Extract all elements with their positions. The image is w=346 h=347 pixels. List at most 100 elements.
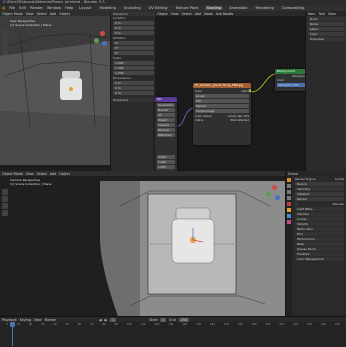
- tex-window-socket[interactable]: Window: [157, 128, 175, 132]
- sampling-section[interactable]: Sampling: [295, 187, 344, 191]
- denoise-checkbox[interactable]: ☑: [295, 202, 298, 206]
- end-frame-field[interactable]: 250: [178, 317, 189, 322]
- projection-dropdown[interactable]: Flat: [195, 99, 249, 103]
- source-dropdown[interactable]: Single Image: [195, 109, 249, 113]
- node-name-field[interactable]: Name: [308, 22, 345, 26]
- menu-window[interactable]: Window: [47, 6, 61, 10]
- tab-compositing[interactable]: Compositing: [280, 6, 307, 10]
- bottom-gizmo-x-icon[interactable]: [272, 185, 277, 190]
- gizmo-y-icon[interactable]: [94, 38, 99, 43]
- volumes-section[interactable]: Volumes: [295, 212, 344, 216]
- performance-section[interactable]: Performance: [295, 237, 344, 241]
- film-section[interactable]: Film: [295, 232, 344, 236]
- node-add-menu[interactable]: Add: [195, 12, 201, 16]
- timeline[interactable]: Playback Keying View Marker ◀ ▶ 1 Start …: [0, 316, 346, 347]
- viewport-top[interactable]: Object Mode View Select Add Object User …: [0, 11, 110, 165]
- curves-section[interactable]: Curves: [295, 217, 344, 221]
- scale-y-field[interactable]: 1.000: [113, 66, 154, 70]
- node-color-toggle[interactable]: Color: [308, 32, 345, 36]
- bottom-select-tool-icon[interactable]: [2, 189, 8, 195]
- node-label-field[interactable]: Label: [308, 27, 345, 31]
- timeline-view-menu[interactable]: View: [34, 318, 42, 322]
- bottom-cursor-tool-icon[interactable]: [2, 196, 8, 202]
- dimensions-x-field[interactable]: 2 m: [113, 81, 154, 85]
- device-field[interactable]: Device: [295, 182, 344, 186]
- view-layer-tab-icon[interactable]: [287, 190, 291, 194]
- current-frame-field[interactable]: 1: [110, 317, 117, 322]
- use-nodes-checkbox[interactable]: Use Nodes: [216, 12, 234, 16]
- sidebar-tab-item[interactable]: Item: [308, 12, 316, 16]
- location-y-field[interactable]: 0 m: [113, 26, 154, 30]
- image-color-output[interactable]: Color: [195, 89, 202, 93]
- tex-coord-node[interactable]: Tex Generated Normal UV Object Camera Wi…: [155, 97, 177, 181]
- tab-layout[interactable]: Layout: [77, 6, 93, 10]
- tex-footer-value-1[interactable]: 0.000: [157, 155, 175, 159]
- image-texture-node[interactable]: Dl_ashdwn_ghost_fxtng_PBR.jpg Color Alpha…: [193, 83, 251, 145]
- bottom-rotate-tool-icon[interactable]: [2, 210, 8, 216]
- menu-edit[interactable]: Edit: [19, 6, 26, 10]
- bottom-gizmo-z-icon[interactable]: [275, 195, 280, 200]
- gizmo-z-icon[interactable]: [102, 41, 107, 46]
- render-subsection[interactable]: Render: [295, 197, 344, 201]
- alpha-value[interactable]: Premultiplied: [231, 118, 249, 122]
- bottom-gizmo-y-icon[interactable]: [266, 192, 271, 197]
- object-tab-icon[interactable]: [287, 208, 291, 212]
- play-reverse-icon[interactable]: ◀: [99, 318, 102, 322]
- tex-generated-socket[interactable]: Generated: [157, 103, 175, 107]
- grease-pencil-section[interactable]: Grease Pencil: [295, 247, 344, 251]
- bottom-object-menu[interactable]: Object: [59, 172, 70, 176]
- sidebar-tab-view[interactable]: View: [328, 12, 336, 16]
- render-engine-value[interactable]: Cycles: [335, 177, 344, 181]
- rotation-z-field[interactable]: 0°: [113, 51, 154, 55]
- image-alpha-output[interactable]: Alpha: [241, 89, 249, 93]
- freestyle-section[interactable]: Freestyle: [295, 252, 344, 256]
- tex-camera-socket[interactable]: Camera: [157, 123, 175, 127]
- tab-sculpting[interactable]: Sculpting: [122, 6, 143, 10]
- modifier-tab-icon[interactable]: [287, 214, 291, 218]
- select-menu[interactable]: Select: [37, 12, 47, 16]
- view-menu[interactable]: View: [26, 12, 34, 16]
- tex-reflection-socket[interactable]: Reflection: [157, 133, 175, 137]
- start-frame-field[interactable]: 1: [160, 317, 167, 322]
- location-x-field[interactable]: 0 m: [113, 21, 154, 25]
- play-icon[interactable]: ▶: [105, 318, 108, 322]
- viewport-subsection[interactable]: Viewport: [295, 192, 344, 196]
- tex-footer-value-3[interactable]: 1.000: [157, 165, 175, 169]
- light-paths-section[interactable]: Light Paths: [295, 207, 344, 211]
- scene-tab-icon[interactable]: [287, 196, 291, 200]
- render-tab-icon[interactable]: [287, 178, 291, 182]
- simplify-section[interactable]: Simplify: [295, 222, 344, 226]
- keying-menu[interactable]: Keying: [20, 318, 31, 322]
- bottom-view-menu[interactable]: View: [26, 172, 34, 176]
- material-tab-icon[interactable]: [287, 220, 291, 224]
- playback-menu[interactable]: Playback: [2, 318, 17, 322]
- tab-rendering[interactable]: Rendering: [254, 6, 276, 10]
- bake-section[interactable]: Bake: [295, 242, 344, 246]
- tab-shading[interactable]: Shading: [204, 6, 224, 10]
- rotation-y-field[interactable]: 0°: [113, 46, 154, 50]
- dimensions-y-field[interactable]: 2 m: [113, 86, 154, 90]
- menu-render[interactable]: Render: [30, 6, 43, 10]
- output-tab-icon[interactable]: [287, 184, 291, 188]
- bottom-mode-dropdown[interactable]: Object Mode: [2, 172, 23, 176]
- sidebar-tab-tool[interactable]: Tool: [319, 12, 325, 16]
- menu-help[interactable]: Help: [65, 6, 73, 10]
- location-z-field[interactable]: 0 m: [113, 31, 154, 35]
- menu-file[interactable]: File: [9, 6, 15, 10]
- tab-uv-editing[interactable]: UV Editing: [147, 6, 170, 10]
- tex-normal-socket[interactable]: Normal: [157, 108, 175, 112]
- tex-object-socket[interactable]: Object: [157, 118, 175, 122]
- tab-modeling[interactable]: Modeling: [98, 6, 118, 10]
- bottom-add-menu[interactable]: Add: [50, 172, 56, 176]
- viewport-bottom[interactable]: Object Mode View Select Add Object Camer…: [0, 171, 285, 316]
- node-section-title[interactable]: Node: [308, 17, 345, 21]
- tab-texture-paint[interactable]: Texture Paint: [173, 6, 200, 10]
- background-color-input[interactable]: Color: [277, 78, 284, 82]
- node-select-menu[interactable]: Select: [182, 12, 192, 16]
- node-view-menu[interactable]: View: [171, 12, 179, 16]
- world-tab-icon[interactable]: [287, 202, 291, 206]
- rotation-x-field[interactable]: 0°: [113, 41, 154, 45]
- tab-animation[interactable]: Animation: [227, 6, 249, 10]
- mode-dropdown[interactable]: Object Mode: [2, 12, 23, 16]
- marker-menu[interactable]: Marker: [45, 318, 56, 322]
